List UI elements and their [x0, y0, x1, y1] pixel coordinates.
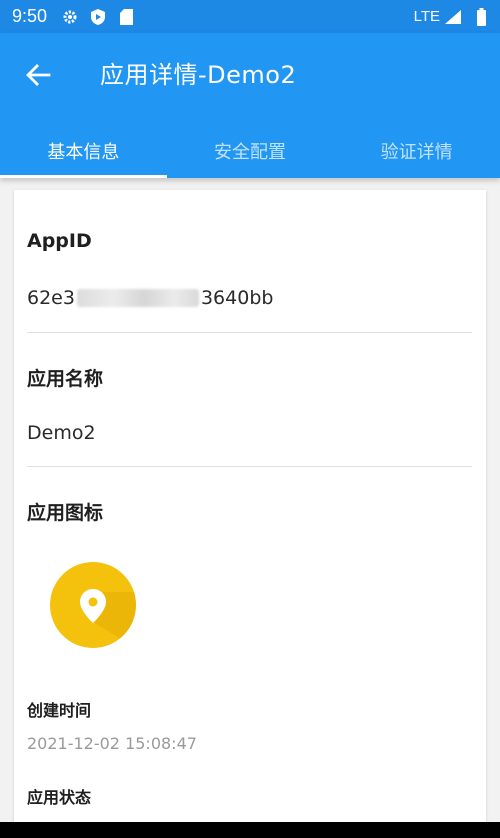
status-time: 9:50	[12, 6, 48, 26]
app-icon	[50, 562, 136, 648]
battery-icon	[472, 7, 490, 26]
system-nav-bar	[0, 822, 500, 838]
app-bar: 应用详情-Demo2 基本信息 安全配置 验证详情	[0, 33, 500, 178]
appid-value: 62e3 3640bb	[27, 287, 273, 309]
created-time-value: 2021-12-02 15:08:47	[27, 734, 197, 753]
appid-redacted	[76, 289, 199, 307]
app-status-label: 应用状态	[27, 788, 92, 807]
sd-card-icon	[117, 8, 135, 26]
page-title: 应用详情-Demo2	[100, 61, 297, 89]
settings-gear-icon	[61, 8, 79, 26]
divider	[27, 466, 472, 467]
tab-security-config[interactable]: 安全配置	[167, 123, 334, 178]
tab-bar: 基本信息 安全配置 验证详情	[0, 123, 500, 178]
appid-label: AppID	[27, 230, 92, 252]
tab-basic-info[interactable]: 基本信息	[0, 123, 167, 178]
app-name-label: 应用名称	[27, 368, 104, 390]
appid-suffix: 3640bb	[200, 287, 274, 309]
app-name-value: Demo2	[27, 422, 96, 444]
signal-icon	[444, 8, 462, 26]
status-bar: 9:50 LTE	[0, 0, 500, 33]
back-arrow-icon	[26, 64, 51, 86]
network-type: LTE	[413, 8, 440, 25]
back-button[interactable]	[18, 55, 58, 95]
tab-verification-details[interactable]: 验证详情	[333, 123, 500, 178]
created-time-label: 创建时间	[27, 701, 92, 720]
app-icon-label: 应用图标	[27, 502, 104, 524]
play-protect-icon	[89, 8, 107, 26]
details-card: AppID 62e3 3640bb 应用名称 Demo2 应用图标 创建时间 2…	[14, 190, 486, 838]
location-pin-icon	[80, 589, 136, 648]
divider	[27, 332, 472, 333]
appid-prefix: 62e3	[27, 287, 75, 309]
